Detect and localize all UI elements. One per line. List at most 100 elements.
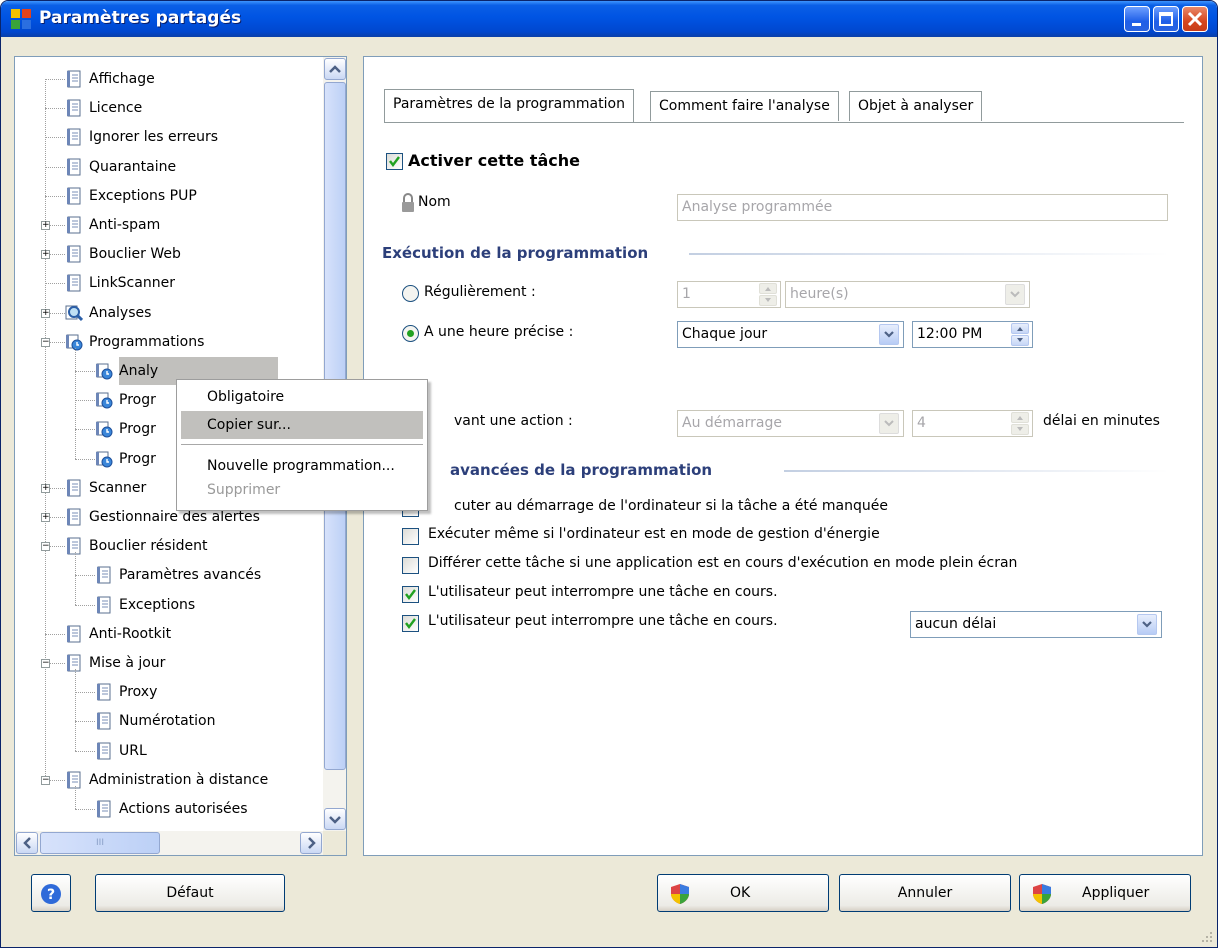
frequency-dropdown-button[interactable]: [879, 324, 899, 345]
tree-horizontal-scrollbar[interactable]: III: [15, 831, 323, 855]
name-label: Nom: [418, 194, 451, 210]
tree-item-remote-admin[interactable]: Administration à distance: [65, 766, 275, 794]
tree-connector: [75, 809, 95, 810]
menu-item-mandatory[interactable]: Obligatoire: [181, 383, 423, 411]
tree-item-label: Quarantaine: [89, 158, 177, 175]
tree-expander[interactable]: −: [41, 542, 50, 552]
tree-expander[interactable]: −: [41, 775, 50, 785]
task-name-field[interactable]: Analyse programmée: [677, 194, 1168, 221]
tree-item-linkscanner[interactable]: LinkScanner: [65, 269, 275, 297]
run-power-saving-checkbox[interactable]: [402, 528, 419, 545]
document-icon: [67, 771, 81, 789]
help-button[interactable]: ?: [31, 874, 71, 912]
tab-how-to-scan[interactable]: Comment faire l'analyse: [650, 91, 839, 121]
schedule-icon: [96, 421, 113, 438]
interrupt-delay-dropdown-button[interactable]: [1137, 614, 1157, 635]
tree-expander[interactable]: +: [41, 221, 50, 230]
action-select[interactable]: Au démarrage: [677, 410, 904, 437]
tree-item-license[interactable]: Licence: [65, 94, 275, 122]
tree-item-scans[interactable]: Analyses: [65, 299, 275, 327]
scroll-down-button[interactable]: [324, 808, 346, 830]
tree-expander[interactable]: +: [41, 483, 50, 493]
tree-item-update[interactable]: Mise à jour: [65, 649, 275, 677]
tree-connector: [75, 400, 95, 402]
tree-item-url[interactable]: URL: [95, 737, 275, 765]
enable-task-checkbox[interactable]: [386, 153, 403, 170]
tree-item-schedules[interactable]: Programmations: [65, 328, 275, 356]
tree-item-allowed-actions[interactable]: Actions autorisées: [95, 795, 275, 823]
ok-button[interactable]: OK: [657, 874, 829, 912]
action-dropdown-button[interactable]: [879, 413, 899, 434]
tree-item-anti-rootkit[interactable]: Anti-Rootkit: [65, 620, 275, 648]
menu-item-copy-to[interactable]: Copier sur...: [181, 411, 423, 439]
time-down-spinner[interactable]: [1011, 335, 1029, 346]
tree-expander[interactable]: +: [41, 308, 50, 318]
tree-item-proxy[interactable]: Proxy: [95, 678, 275, 706]
scroll-thumb[interactable]: III: [40, 832, 160, 854]
resize-grip-icon[interactable]: [1200, 930, 1214, 944]
tree-expander[interactable]: −: [41, 659, 50, 668]
defer-fullscreen-checkbox[interactable]: [402, 557, 419, 574]
interval-down-spinner[interactable]: [759, 295, 777, 306]
interval-unit-value: heure(s): [790, 286, 849, 302]
tree-item-pup-exceptions[interactable]: Exceptions PUP: [65, 182, 275, 210]
user-can-interrupt-delay-checkbox[interactable]: [402, 615, 419, 632]
close-button[interactable]: [1182, 6, 1208, 32]
menu-item-new-schedule[interactable]: Nouvelle programmation...: [181, 452, 423, 480]
interval-unit-select[interactable]: heure(s): [785, 281, 1030, 308]
minimize-button[interactable]: [1124, 6, 1150, 32]
user-can-interrupt-checkbox[interactable]: [402, 586, 419, 603]
tree-connector: [45, 283, 65, 285]
advanced-section-title: avancées de la programmation: [450, 461, 713, 479]
tree-item-advanced-settings[interactable]: Paramètres avancés: [95, 561, 275, 589]
tab-scan-object[interactable]: Objet à analyser: [849, 91, 983, 121]
tree-connector: [75, 692, 95, 694]
tree-item-label: Programmations: [89, 333, 205, 350]
tree-item-resident-shield[interactable]: Bouclier résident: [65, 532, 275, 560]
section-divider: [689, 253, 1169, 255]
tree-connector: [75, 429, 95, 431]
user-can-interrupt-label: L'utilisateur peut interrompre une tâche…: [428, 584, 778, 600]
cancel-button[interactable]: Annuler: [839, 874, 1011, 912]
minimize-icon: [1132, 23, 1141, 26]
title-bar[interactable]: Paramètres partagés: [1, 1, 1217, 37]
tree-connector: [45, 108, 65, 110]
tree-item-label: Progr: [119, 450, 156, 467]
apply-button[interactable]: Appliquer: [1019, 874, 1191, 912]
delay-up-spinner[interactable]: [1011, 412, 1029, 423]
menu-item-delete[interactable]: Supprimer: [181, 478, 423, 502]
schedule-icon: [96, 451, 113, 468]
frequency-select[interactable]: Chaque jour: [677, 321, 904, 348]
scroll-right-button[interactable]: [300, 832, 322, 854]
interval-up-spinner[interactable]: [759, 283, 777, 294]
regularly-radio[interactable]: [402, 285, 419, 302]
tree-item-ignore-errors[interactable]: Ignorer les erreurs: [65, 123, 275, 151]
interrupt-delay-select[interactable]: aucun délai: [910, 611, 1162, 638]
tree-connector: [75, 458, 95, 460]
tree-expander[interactable]: +: [41, 513, 50, 522]
tree-item-label: Administration à distance: [89, 771, 269, 788]
interval-unit-dropdown-button[interactable]: [1005, 284, 1025, 305]
delay-down-spinner[interactable]: [1011, 424, 1029, 435]
time-value: 12:00 PM: [917, 326, 983, 342]
tree-item-web-shield[interactable]: Bouclier Web: [65, 240, 275, 268]
tree-item-dialup[interactable]: Numérotation: [95, 707, 275, 735]
tree-item-exceptions[interactable]: Exceptions: [95, 591, 275, 619]
tree-item-label: Mise à jour: [89, 655, 166, 671]
default-button[interactable]: Défaut: [95, 874, 285, 912]
tree-item-anti-spam[interactable]: Anti-spam: [65, 211, 275, 239]
defer-fullscreen-label: Différer cette tâche si une application …: [428, 555, 1018, 571]
scroll-left-button[interactable]: [16, 832, 38, 854]
tree-connector: [75, 347, 76, 459]
maximize-button[interactable]: [1153, 6, 1179, 32]
specific-time-radio[interactable]: [402, 325, 419, 342]
tree-item-display[interactable]: Affichage: [65, 65, 275, 93]
close-icon: [1187, 11, 1203, 27]
tree-expander[interactable]: −: [41, 337, 50, 347]
tree-item-quarantine[interactable]: Quarantaine: [65, 153, 275, 181]
tab-schedule-settings[interactable]: Paramètres de la programmation: [384, 89, 634, 122]
time-up-spinner[interactable]: [1011, 323, 1029, 334]
tree-expander[interactable]: +: [41, 250, 50, 260]
document-icon: [67, 274, 81, 292]
scroll-up-button[interactable]: [324, 58, 346, 80]
